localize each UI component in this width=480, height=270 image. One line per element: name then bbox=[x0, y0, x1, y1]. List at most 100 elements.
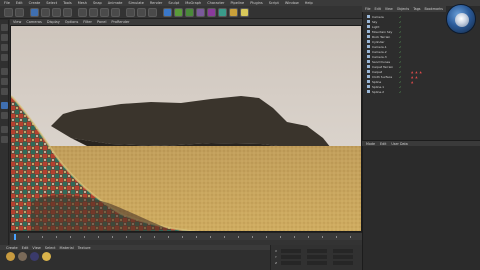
viewport-menu-view[interactable]: View bbox=[13, 20, 21, 24]
object-row[interactable]: Spline ✓ ▲ bbox=[365, 80, 479, 84]
rotation-field[interactable] bbox=[333, 249, 353, 253]
rotate-icon[interactable] bbox=[63, 8, 72, 17]
render-picture-viewer-icon[interactable] bbox=[137, 8, 146, 17]
edges-mode-icon[interactable] bbox=[1, 78, 8, 85]
object-tags[interactable]: ▲ ▲ ▲ bbox=[411, 70, 422, 74]
om-menu-file[interactable]: File bbox=[365, 7, 371, 11]
viewport-menu-options[interactable]: Options bbox=[65, 20, 79, 24]
x-axis-icon[interactable] bbox=[78, 8, 87, 17]
material-swatch[interactable] bbox=[6, 252, 15, 261]
object-row[interactable]: Rock Terrain ✓ bbox=[365, 35, 479, 39]
attr-menu-mode[interactable]: Mode bbox=[366, 142, 375, 146]
visibility-check-icon[interactable]: ✓ bbox=[399, 70, 402, 74]
material-swatch[interactable] bbox=[18, 252, 27, 261]
viewport-menu-cameras[interactable]: Cameras bbox=[26, 20, 42, 24]
material-menu-material[interactable]: Material bbox=[60, 246, 74, 250]
position-field[interactable] bbox=[281, 249, 301, 253]
viewport-menu-panel[interactable]: Panel bbox=[97, 20, 106, 24]
material-swatch[interactable] bbox=[42, 252, 51, 261]
visibility-check-icon[interactable]: ✓ bbox=[399, 45, 402, 49]
object-row[interactable]: Carpet ✓ ▲ ▲ ▲ bbox=[365, 70, 479, 74]
visibility-check-icon[interactable]: ✓ bbox=[399, 75, 402, 79]
om-menu-objects[interactable]: Objects bbox=[397, 7, 409, 11]
object-row[interactable]: Camera.3 ✓ bbox=[365, 55, 479, 59]
om-menu-view[interactable]: View bbox=[385, 7, 393, 11]
polygons-mode-icon[interactable] bbox=[1, 88, 8, 95]
texture-mode-icon[interactable] bbox=[1, 44, 8, 51]
material-menu-texture[interactable]: Texture bbox=[78, 246, 91, 250]
workplane-icon[interactable] bbox=[1, 54, 8, 61]
om-menu-bookmarks[interactable]: Bookmarks bbox=[425, 7, 443, 11]
om-menu-edit[interactable]: Edit bbox=[375, 7, 381, 11]
visibility-check-icon[interactable]: ✓ bbox=[399, 65, 402, 69]
y-axis-icon[interactable] bbox=[89, 8, 98, 17]
viewport-menu-filter[interactable]: Filter bbox=[83, 20, 92, 24]
object-row[interactable]: Spline.2 ✓ bbox=[365, 90, 479, 94]
enable-axis-icon[interactable] bbox=[1, 102, 8, 109]
timeline[interactable] bbox=[10, 232, 362, 240]
visibility-check-icon[interactable]: ✓ bbox=[399, 30, 402, 34]
subdivision-icon[interactable] bbox=[185, 8, 194, 17]
floor-icon[interactable] bbox=[218, 8, 227, 17]
visibility-check-icon[interactable]: ✓ bbox=[399, 80, 402, 84]
visibility-check-icon[interactable]: ✓ bbox=[399, 50, 402, 54]
visibility-check-icon[interactable]: ✓ bbox=[399, 40, 402, 44]
viewport-menu-display[interactable]: Display bbox=[47, 20, 60, 24]
make-editable-icon[interactable] bbox=[1, 24, 8, 31]
render-settings-icon[interactable] bbox=[148, 8, 157, 17]
visibility-check-icon[interactable]: ✓ bbox=[399, 25, 402, 29]
size-field[interactable] bbox=[307, 261, 327, 265]
snap-icon[interactable] bbox=[1, 126, 8, 133]
tweak-icon[interactable] bbox=[1, 112, 8, 119]
visibility-check-icon[interactable]: ✓ bbox=[399, 60, 402, 64]
pen-icon[interactable] bbox=[174, 8, 183, 17]
model-mode-icon[interactable] bbox=[1, 34, 8, 41]
viewport-menu-prorender[interactable]: ProRender bbox=[111, 20, 129, 24]
object-row[interactable]: Camera.1 ✓ bbox=[365, 45, 479, 49]
material-menu-view[interactable]: View bbox=[32, 246, 40, 250]
deformer-icon[interactable] bbox=[207, 8, 216, 17]
object-tags[interactable]: ▲ ▲ bbox=[411, 75, 418, 79]
object-row[interactable]: Carpet Terrain ✓ bbox=[365, 65, 479, 69]
position-field[interactable] bbox=[281, 255, 301, 259]
light-icon[interactable] bbox=[240, 8, 249, 17]
3d-viewport[interactable] bbox=[10, 25, 362, 232]
rotation-field[interactable] bbox=[333, 255, 353, 259]
live-selection-icon[interactable] bbox=[30, 8, 39, 17]
size-field[interactable] bbox=[307, 249, 327, 253]
object-row[interactable]: Spline.1 ✓ bbox=[365, 85, 479, 89]
rotation-field[interactable] bbox=[333, 261, 353, 265]
undo-icon[interactable] bbox=[4, 8, 13, 17]
visibility-check-icon[interactable]: ✓ bbox=[399, 35, 402, 39]
object-row[interactable]: Camera.2 ✓ bbox=[365, 50, 479, 54]
material-menu-create[interactable]: Create bbox=[6, 246, 18, 250]
object-row[interactable]: Sand Dunes ✓ bbox=[365, 60, 479, 64]
visibility-check-icon[interactable]: ✓ bbox=[399, 85, 402, 89]
scale-icon[interactable] bbox=[52, 8, 61, 17]
move-icon[interactable] bbox=[41, 8, 50, 17]
size-field[interactable] bbox=[307, 255, 327, 259]
visibility-check-icon[interactable]: ✓ bbox=[399, 15, 402, 19]
visibility-check-icon[interactable]: ✓ bbox=[399, 55, 402, 59]
object-tags[interactable]: ▲ bbox=[411, 80, 414, 84]
om-menu-tags[interactable]: Tags bbox=[413, 7, 420, 11]
array-icon[interactable] bbox=[196, 8, 205, 17]
position-field[interactable] bbox=[281, 261, 301, 265]
object-row[interactable]: Cloth Surface ✓ ▲ ▲ bbox=[365, 75, 479, 79]
points-mode-icon[interactable] bbox=[1, 68, 8, 75]
z-axis-icon[interactable] bbox=[100, 8, 109, 17]
material-swatch[interactable] bbox=[30, 252, 39, 261]
coordinate-system-icon[interactable] bbox=[111, 8, 120, 17]
redo-icon[interactable] bbox=[15, 8, 24, 17]
cube-icon[interactable] bbox=[163, 8, 172, 17]
material-menu-edit[interactable]: Edit bbox=[22, 246, 29, 250]
material-menu-select[interactable]: Select bbox=[45, 246, 56, 250]
object-row[interactable]: Cylinder ✓ bbox=[365, 40, 479, 44]
visibility-check-icon[interactable]: ✓ bbox=[399, 20, 402, 24]
attr-menu-edit[interactable]: Edit bbox=[380, 142, 386, 146]
render-view-icon[interactable] bbox=[126, 8, 135, 17]
camera-icon[interactable] bbox=[229, 8, 238, 17]
attr-menu-user-data[interactable]: User Data bbox=[391, 142, 407, 146]
lock-workplane-icon[interactable] bbox=[1, 136, 8, 143]
visibility-check-icon[interactable]: ✓ bbox=[399, 90, 402, 94]
